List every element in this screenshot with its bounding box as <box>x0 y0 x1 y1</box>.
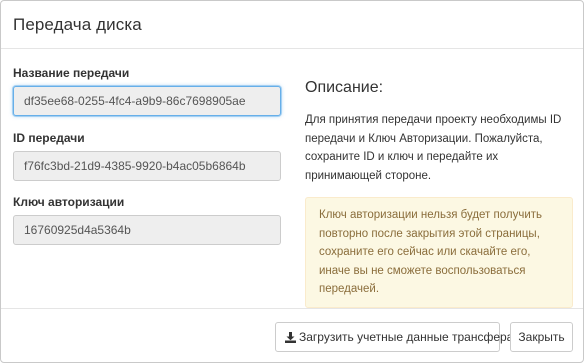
transfer-id-label: ID передачи <box>13 131 85 145</box>
modal-header: Передача диска <box>1 1 583 49</box>
transfer-form: Название передачи df35ee68-0255-4fc4-a9b… <box>13 66 281 259</box>
download-icon <box>285 325 296 353</box>
warning-alert: Ключ авторизации нельзя будет получить п… <box>305 197 573 308</box>
transfer-id-field[interactable]: f76fc3bd-21d9-4385-9920-b4ac05b6864b <box>13 151 281 181</box>
description-text: Для принятия передачи проекту необходимы… <box>305 114 562 182</box>
auth-key-label: Ключ авторизации <box>13 195 125 209</box>
transfer-id-group: ID передачи f76fc3bd-21d9-4385-9920-b4ac… <box>13 131 281 181</box>
transfer-name-group: Название передачи df35ee68-0255-4fc4-a9b… <box>13 66 281 116</box>
description-title: Описание: <box>305 79 384 96</box>
auth-key-field[interactable]: 16760925d4a5364b <box>13 215 281 245</box>
download-credentials-button[interactable]: Загрузить учетные данные трансфера <box>275 322 513 353</box>
transfer-name-label: Название передачи <box>13 66 130 80</box>
modal-title: Передача диска <box>13 15 142 34</box>
modal-footer: Загрузить учетные данные трансфера Закры… <box>1 308 583 362</box>
modal-body: Название передачи df35ee68-0255-4fc4-a9b… <box>1 49 583 308</box>
disk-transfer-dialog: Передача диска Название передачи df35ee6… <box>0 0 584 363</box>
download-button-label: Загрузить учетные данные трансфера <box>299 330 514 344</box>
description-panel: Описание: Для принятия передачи проекту … <box>305 79 573 308</box>
close-button[interactable]: Закрыть <box>510 322 573 352</box>
auth-key-group: Ключ авторизации 16760925d4a5364b <box>13 195 281 245</box>
transfer-name-field[interactable]: df35ee68-0255-4fc4-a9b9-86c7698905ae <box>13 86 281 116</box>
